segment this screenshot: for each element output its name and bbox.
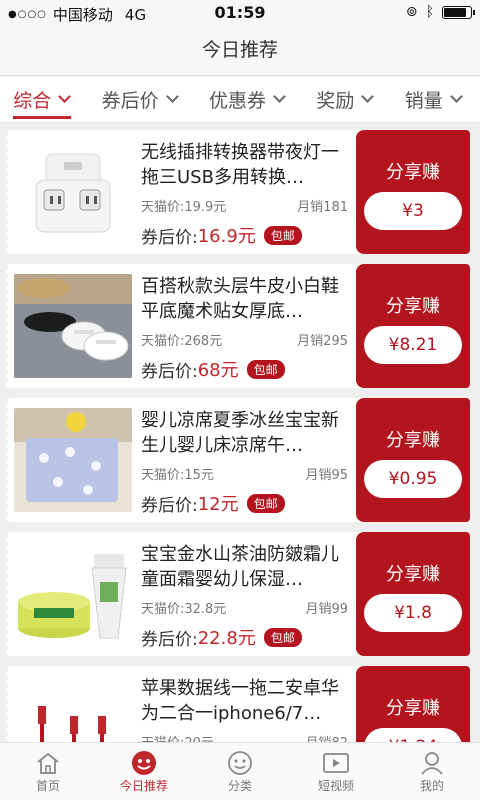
tab-label: 销量 xyxy=(404,90,443,112)
tmall-price: 天猫价:32.8元 xyxy=(141,602,227,617)
sort-tabs: 综合 券后价 优惠券 奖励 销量 xyxy=(0,77,480,123)
user-icon xyxy=(417,749,447,777)
free-shipping-badge: 包邮 xyxy=(263,225,302,245)
share-earn-button[interactable]: 分享赚 ¥3 xyxy=(356,130,470,254)
nav-label: 短视频 xyxy=(317,779,354,793)
nav-mine[interactable]: 我的 xyxy=(384,743,480,800)
chevron-down-icon xyxy=(58,90,72,103)
tab-comprehensive[interactable]: 综合 xyxy=(13,77,75,123)
after-coupon-label: 券后价: xyxy=(141,227,198,248)
after-coupon-price: 券后价: 16.9元 包邮 xyxy=(141,222,302,248)
product-card[interactable]: 宝宝金水山茶油防皴霜儿童面霜婴幼儿保湿… 天猫价:32.8元 月销99 券后价:… xyxy=(6,532,470,656)
orientation-lock-icon: ⊚ xyxy=(405,4,418,20)
bluetooth-icon: ᛒ xyxy=(425,4,434,20)
tmall-price: 天猫价:20元 xyxy=(141,732,214,742)
product-image xyxy=(14,274,132,378)
share-earn-label: 分享赚 xyxy=(386,564,440,585)
chevron-down-icon xyxy=(273,90,286,103)
chevron-down-icon xyxy=(449,90,463,103)
tab-label: 券后价 xyxy=(101,90,159,112)
share-earn-amount: ¥0.95 xyxy=(364,460,462,498)
free-shipping-badge: 包邮 xyxy=(263,627,302,647)
chevron-down-icon xyxy=(165,90,179,103)
share-earn-label: 分享赚 xyxy=(386,162,440,183)
monthly-sales: 月销95 xyxy=(305,468,348,483)
bottom-nav: 首页 今日推荐 分类 短视频 我的 xyxy=(0,742,480,800)
nav-label: 今日推荐 xyxy=(119,779,168,793)
tab-sales[interactable]: 销量 xyxy=(405,77,467,123)
tab-label: 优惠券 xyxy=(208,90,266,112)
tab-label: 综合 xyxy=(13,90,52,112)
share-earn-button[interactable]: 分享赚 ¥0.95 xyxy=(356,398,470,522)
nav-label: 分类 xyxy=(227,779,252,793)
product-image xyxy=(14,542,132,646)
share-earn-amount: ¥1.8 xyxy=(364,594,462,632)
home-icon xyxy=(33,749,63,777)
free-shipping-badge: 包邮 xyxy=(246,493,285,513)
nav-short-video[interactable]: 短视频 xyxy=(288,743,384,800)
after-coupon-label: 券后价: xyxy=(141,361,198,382)
product-title[interactable]: 苹果数据线一拖二安卓华为二合一iphone6/7… xyxy=(141,676,341,726)
after-coupon-label: 券后价: xyxy=(141,629,198,650)
after-coupon-value: 22.8元 xyxy=(197,628,256,649)
nav-label: 首页 xyxy=(35,779,60,793)
product-card[interactable]: 婴儿凉席夏季冰丝宝宝新生儿婴儿床凉席午… 天猫价:15元 月销95 券后价: 1… xyxy=(6,398,470,522)
product-title[interactable]: 百搭秋款头层牛皮小白鞋平底魔术贴女厚底… xyxy=(141,274,341,324)
status-bar: ●○○○ 中国移动 4G 01:59 ⊚ ᛒ xyxy=(0,0,480,26)
after-coupon-label: 券后价: xyxy=(141,495,198,516)
monthly-sales: 月销181 xyxy=(297,200,348,215)
share-earn-button[interactable]: 分享赚 ¥1.24 xyxy=(356,666,470,742)
after-coupon-price: 券后价: 68元 包邮 xyxy=(141,356,285,382)
share-earn-amount: ¥8.21 xyxy=(364,326,462,364)
monthly-sales: 月销82 xyxy=(305,732,348,742)
perforated-edge xyxy=(6,666,11,742)
video-icon xyxy=(321,749,351,777)
tmall-price: 天猫价:19.9元 xyxy=(141,200,227,215)
recommend-icon xyxy=(129,749,159,777)
battery-icon xyxy=(442,5,475,19)
product-image xyxy=(14,676,132,742)
chevron-down-icon xyxy=(361,90,375,103)
after-coupon-price: 券后价: 12元 包邮 xyxy=(141,490,285,516)
perforated-edge xyxy=(6,532,11,656)
product-list: 无线插排转换器带夜灯一拖三USB多用转换… 天猫价:19.9元 月销181 券后… xyxy=(0,124,480,742)
product-title[interactable]: 婴儿凉席夏季冰丝宝宝新生儿婴儿床凉席午… xyxy=(141,408,341,458)
product-card[interactable]: 无线插排转换器带夜灯一拖三USB多用转换… 天猫价:19.9元 月销181 券后… xyxy=(6,130,470,254)
product-image xyxy=(14,140,132,244)
product-title[interactable]: 无线插排转换器带夜灯一拖三USB多用转换… xyxy=(141,140,341,190)
monthly-sales: 月销99 xyxy=(305,602,348,617)
perforated-edge xyxy=(6,264,11,388)
product-card[interactable]: 苹果数据线一拖二安卓华为二合一iphone6/7… 天猫价:20元 月销82 分… xyxy=(6,666,470,742)
tab-after-coupon-price[interactable]: 券后价 xyxy=(102,77,183,123)
nav-recommend[interactable]: 今日推荐 xyxy=(96,743,192,800)
perforated-edge xyxy=(6,130,11,254)
nav-label: 我的 xyxy=(419,779,444,793)
nav-category[interactable]: 分类 xyxy=(192,743,288,800)
tab-coupon[interactable]: 优惠券 xyxy=(209,77,290,123)
after-coupon-price: 券后价: 22.8元 包邮 xyxy=(141,624,302,650)
share-earn-label: 分享赚 xyxy=(386,296,440,317)
after-coupon-value: 16.9元 xyxy=(197,226,256,247)
monthly-sales: 月销295 xyxy=(297,334,348,349)
tmall-price: 天猫价:268元 xyxy=(141,334,223,349)
category-icon xyxy=(225,749,255,777)
product-card[interactable]: 百搭秋款头层牛皮小白鞋平底魔术贴女厚底… 天猫价:268元 月销295 券后价:… xyxy=(6,264,470,388)
product-title[interactable]: 宝宝金水山茶油防皴霜儿童面霜婴幼儿保湿… xyxy=(141,542,341,592)
share-earn-button[interactable]: 分享赚 ¥1.8 xyxy=(356,532,470,656)
perforated-edge xyxy=(6,398,11,522)
free-shipping-badge: 包邮 xyxy=(246,359,285,379)
after-coupon-value: 68元 xyxy=(197,360,239,381)
after-coupon-value: 12元 xyxy=(197,494,239,515)
share-earn-amount: ¥3 xyxy=(364,192,462,230)
nav-home[interactable]: 首页 xyxy=(0,743,96,800)
share-earn-label: 分享赚 xyxy=(386,430,440,451)
page-title: 今日推荐 xyxy=(0,26,480,76)
tmall-price: 天猫价:15元 xyxy=(141,468,214,483)
share-earn-label: 分享赚 xyxy=(386,698,440,719)
share-earn-button[interactable]: 分享赚 ¥8.21 xyxy=(356,264,470,388)
tab-reward[interactable]: 奖励 xyxy=(316,77,378,123)
product-image xyxy=(14,408,132,512)
tab-label: 奖励 xyxy=(316,90,355,112)
share-earn-amount: ¥1.24 xyxy=(364,728,462,742)
